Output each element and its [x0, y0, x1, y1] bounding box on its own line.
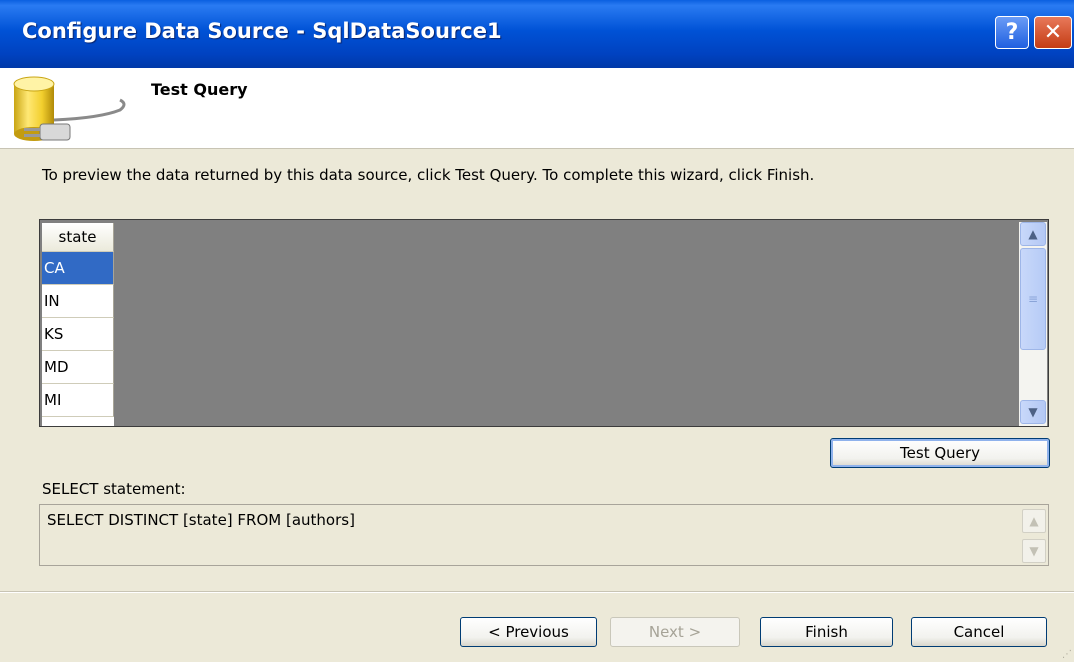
title-bar[interactable]: Configure Data Source - SqlDataSource1 ?… — [0, 0, 1074, 68]
close-button[interactable]: ✕ — [1034, 16, 1072, 49]
page-title: Test Query — [151, 80, 248, 99]
test-query-button[interactable]: Test Query — [830, 438, 1050, 468]
scroll-up-icon[interactable]: ▲ — [1022, 509, 1046, 533]
table-row[interactable]: CA — [42, 252, 114, 285]
table-row[interactable]: KS — [42, 318, 114, 351]
select-statement-text: SELECT DISTINCT [state] FROM [authors] — [47, 511, 355, 529]
previous-button[interactable]: < Previous — [460, 617, 597, 647]
resize-grip-icon[interactable]: ⋰ — [1062, 649, 1072, 660]
cancel-button[interactable]: Cancel — [911, 617, 1047, 647]
finish-button[interactable]: Finish — [760, 617, 893, 647]
scroll-thumb[interactable]: ≡ — [1020, 248, 1046, 350]
wizard-header: Test Query — [0, 68, 1074, 149]
next-button[interactable]: Next > — [610, 617, 740, 647]
scroll-down-icon[interactable]: ▼ — [1022, 539, 1046, 563]
instruction-text: To preview the data returned by this dat… — [42, 166, 815, 184]
scroll-up-icon[interactable]: ▲ — [1020, 222, 1046, 246]
results-grid[interactable]: state CA IN KS MD MI ▲ ≡ ▼ — [39, 219, 1049, 427]
window-title: Configure Data Source - SqlDataSource1 — [22, 19, 502, 43]
scroll-down-icon[interactable]: ▼ — [1020, 400, 1046, 424]
grid-scrollbar[interactable]: ▲ ≡ ▼ — [1019, 222, 1047, 426]
help-button[interactable]: ? — [995, 16, 1029, 49]
table-row[interactable]: MI — [42, 384, 114, 417]
table-row[interactable]: IN — [42, 285, 114, 318]
database-plug-icon — [13, 76, 126, 141]
select-statement-box[interactable]: SELECT DISTINCT [state] FROM [authors] ▲… — [39, 504, 1049, 566]
table-row[interactable]: MD — [42, 351, 114, 384]
close-icon: ✕ — [1043, 20, 1063, 45]
column-header-state[interactable]: state — [42, 223, 114, 252]
state-column: state CA IN KS MD MI — [42, 223, 114, 426]
select-statement-label: SELECT statement: — [42, 480, 186, 498]
help-icon: ? — [1005, 20, 1019, 45]
divider — [0, 592, 1074, 593]
